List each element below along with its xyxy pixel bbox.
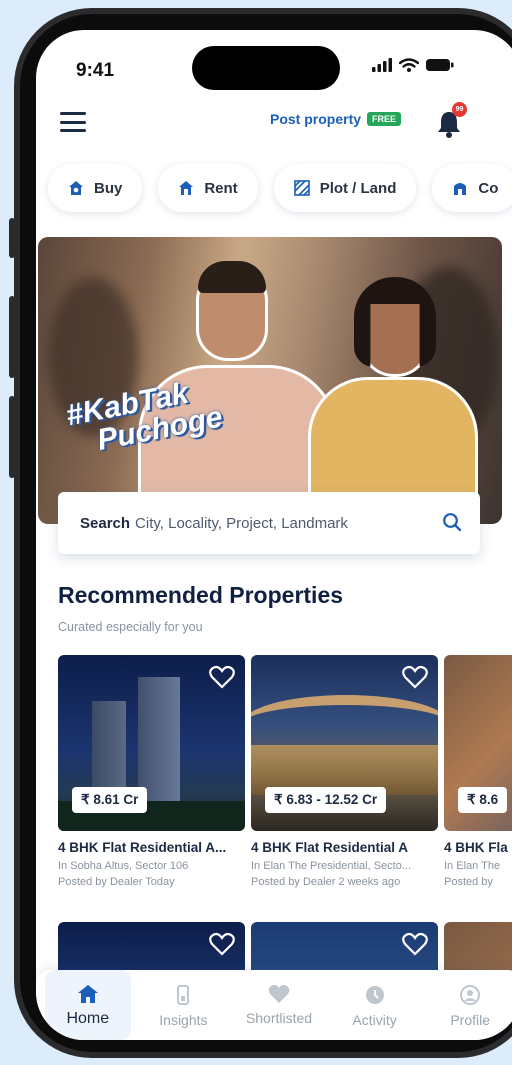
heart-icon <box>268 984 290 1003</box>
search-bar[interactable]: Search City, Locality, Project, Landmark <box>58 492 480 554</box>
price-tag: ₹ 8.6 <box>458 787 508 813</box>
property-image: ₹ 6.83 - 12.52 Cr <box>251 655 438 831</box>
property-image: ₹ 8.61 Cr <box>58 655 245 831</box>
notification-bell-icon[interactable]: 99 <box>436 102 467 138</box>
menu-icon[interactable] <box>60 112 86 132</box>
bottom-tab-bar: Home Insights Shortlisted Activity Profi… <box>36 970 512 1040</box>
heart-icon[interactable] <box>402 665 428 689</box>
tab-shortlisted[interactable]: Shortlisted <box>236 970 322 1040</box>
property-card[interactable]: ₹ 8.6 4 BHK Fla In Elan The Posted by <box>444 655 512 888</box>
chip-plot-land[interactable]: Plot / Land <box>273 164 417 212</box>
app-screen: 9:41 Post property FREE 99 Buy Rent Plot… <box>36 30 512 1040</box>
card-title: 4 BHK Flat Residential A... <box>58 840 227 855</box>
silent-switch <box>9 218 15 258</box>
card-location: In Elan The <box>444 860 501 872</box>
chip-commercial[interactable]: Co <box>432 164 512 212</box>
chip-buy-label: Buy <box>94 179 123 197</box>
banner-man-hair <box>198 261 266 293</box>
tab-shortlisted-label: Shortlisted <box>245 1010 313 1026</box>
notification-count-badge: 99 <box>452 102 467 117</box>
property-card[interactable]: ₹ 6.83 - 12.52 Cr 4 BHK Flat Residential… <box>251 655 438 888</box>
heart-icon[interactable] <box>402 932 428 956</box>
house-search-icon <box>69 181 83 195</box>
card-posted: Posted by <box>444 876 493 888</box>
insights-icon <box>177 985 190 1005</box>
section-subtitle: Curated especially for you <box>58 620 203 634</box>
post-property-label: Post property <box>270 111 362 127</box>
category-chips: Buy Rent Plot / Land Co <box>48 164 512 212</box>
card-posted: Posted by Dealer 2 weeks ago <box>251 876 401 888</box>
chip-buy[interactable]: Buy <box>48 164 143 212</box>
volume-up-button <box>9 296 15 378</box>
heart-icon[interactable] <box>209 665 235 689</box>
price-tag: ₹ 6.83 - 12.52 Cr <box>265 787 387 813</box>
plot-icon <box>293 180 310 196</box>
home-icon <box>77 985 98 1003</box>
card-title: 4 BHK Flat Residential A <box>251 840 409 855</box>
chip-rent-label: Rent <box>204 179 238 197</box>
volume-down-button <box>9 396 15 478</box>
status-icons <box>372 58 454 72</box>
tab-insights[interactable]: Insights <box>140 970 226 1040</box>
search-label: Search <box>80 514 131 532</box>
tab-profile-label: Profile <box>450 1012 491 1028</box>
tab-profile[interactable]: Profile <box>427 970 512 1040</box>
property-card[interactable]: ₹ 8.61 Cr 4 BHK Flat Residential A... In… <box>58 655 245 888</box>
heart-icon[interactable] <box>209 932 235 956</box>
tab-insights-label: Insights <box>159 1012 208 1028</box>
signal-icon <box>372 58 392 72</box>
profile-icon <box>460 985 481 1005</box>
chip-commercial-label: Co <box>478 179 499 197</box>
chip-plot-land-label: Plot / Land <box>319 179 397 197</box>
tab-home-label: Home <box>66 1010 110 1027</box>
search-placeholder: City, Locality, Project, Landmark <box>135 514 348 532</box>
tab-home[interactable]: Home <box>44 970 131 1040</box>
chip-rent[interactable]: Rent <box>158 164 258 212</box>
price-tag: ₹ 8.61 Cr <box>72 787 148 813</box>
dynamic-island <box>192 46 340 90</box>
free-badge: FREE <box>367 112 402 126</box>
card-location: In Elan The Presidential, Secto... <box>251 860 411 872</box>
house-key-icon <box>179 181 194 195</box>
promo-banner[interactable]: #KabTak Puchoge <box>38 237 502 524</box>
card-posted: Posted by Dealer Today <box>58 876 175 888</box>
commercial-icon <box>454 183 467 195</box>
status-time: 9:41 <box>76 60 115 81</box>
battery-icon <box>426 59 454 71</box>
card-title: 4 BHK Fla <box>444 840 508 855</box>
status-bar: 9:41 <box>36 30 512 104</box>
tab-activity[interactable]: Activity <box>332 970 418 1040</box>
tab-activity-label: Activity <box>352 1012 397 1028</box>
search-icon[interactable] <box>442 512 462 532</box>
wifi-icon <box>399 58 419 72</box>
app-header: Post property FREE 99 <box>36 102 512 164</box>
post-property-button[interactable]: Post property FREE <box>270 111 402 127</box>
section-title: Recommended Properties <box>58 582 344 608</box>
property-image: ₹ 8.6 <box>444 655 512 831</box>
activity-icon <box>365 986 384 1004</box>
property-cards: ₹ 8.61 Cr 4 BHK Flat Residential A... In… <box>58 655 512 888</box>
card-location: In Sobha Altus, Sector 106 <box>58 860 189 872</box>
